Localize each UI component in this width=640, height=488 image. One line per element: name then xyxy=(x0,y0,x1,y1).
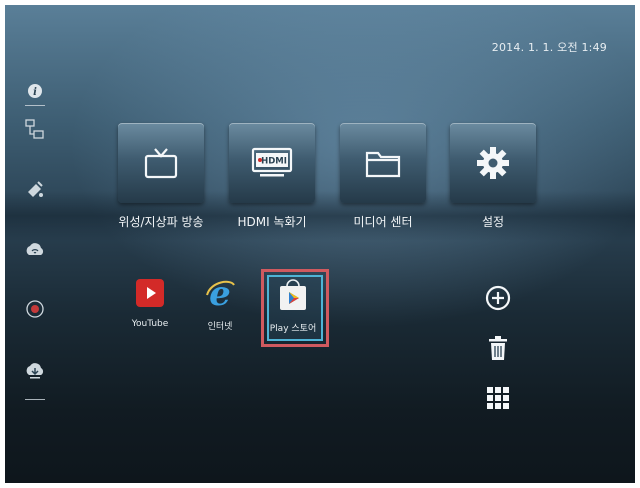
menu-item-label: 미디어 센터 xyxy=(353,215,413,229)
settings-tile[interactable] xyxy=(450,123,536,203)
broadcast-tile[interactable] xyxy=(118,123,204,203)
sidebar-divider xyxy=(25,399,45,400)
grid-apps-icon[interactable] xyxy=(483,383,513,413)
app-label: Play 스토어 xyxy=(269,324,317,334)
menu-item-media-center[interactable]: 미디어 센터 xyxy=(331,123,435,230)
tv-home-screen: 2014. 1. 1. 오전 1:49 i 위성/지상파 방송 HDMI HDM… xyxy=(5,5,635,483)
menu-item-label: 위성/지상파 방송 xyxy=(118,215,204,229)
menu-item-broadcast[interactable]: 위성/지상파 방송 xyxy=(109,123,213,230)
record-icon[interactable] xyxy=(23,297,47,321)
hdmi-recorder-tile[interactable]: HDMI xyxy=(229,123,315,203)
menu-item-settings[interactable]: 설정 xyxy=(441,123,545,230)
cloud-download-icon[interactable] xyxy=(23,359,47,383)
media-center-tile[interactable] xyxy=(340,123,426,203)
play-store-icon[interactable] xyxy=(273,275,313,315)
satellite-icon[interactable] xyxy=(23,177,47,201)
app-youtube[interactable]: YouTube xyxy=(117,273,183,329)
app-label: 인터넷 xyxy=(207,322,233,332)
wifi-cloud-icon[interactable] xyxy=(23,237,47,261)
internet-explorer-icon[interactable]: e xyxy=(200,273,240,313)
youtube-icon[interactable] xyxy=(130,273,170,313)
svg-text:e: e xyxy=(209,275,231,311)
sidebar-divider xyxy=(25,105,45,106)
menu-item-label: HDMI 녹화기 xyxy=(237,215,307,229)
menu-item-hdmi-recorder[interactable]: HDMI HDMI 녹화기 xyxy=(220,123,324,230)
app-label: YouTube xyxy=(131,319,169,329)
svg-text:i: i xyxy=(33,87,37,98)
hdmi-badge: HDMI xyxy=(261,157,287,167)
menu-item-label: 설정 xyxy=(481,215,505,229)
add-circle-icon[interactable] xyxy=(483,283,513,313)
clock: 2014. 1. 1. 오전 1:49 xyxy=(491,41,607,54)
app-internet[interactable]: e 인터넷 xyxy=(187,273,253,332)
info-icon[interactable]: i xyxy=(23,79,47,103)
trash-icon[interactable] xyxy=(483,333,513,363)
network-icon[interactable] xyxy=(23,117,47,141)
app-play-store[interactable]: Play 스토어 xyxy=(260,275,326,334)
